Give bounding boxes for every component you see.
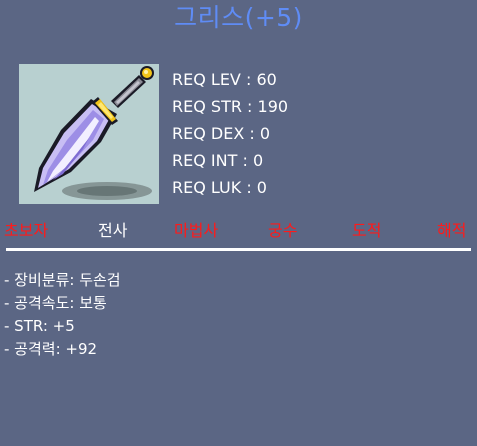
item-image xyxy=(19,64,159,204)
two-handed-sword-icon xyxy=(34,66,154,200)
stat-attack-speed: - 공격속도: 보통 xyxy=(4,294,107,312)
req-luk: REQ LUK : 0 xyxy=(172,178,267,197)
req-int: REQ INT : 0 xyxy=(172,151,264,170)
req-dex: REQ DEX : 0 xyxy=(172,124,271,143)
job-pirate: 해적 xyxy=(437,221,467,240)
req-value: 60 xyxy=(256,70,277,89)
req-value: 0 xyxy=(252,151,264,170)
item-title: 그리스(+5) xyxy=(174,3,303,32)
job-magician: 마법사 xyxy=(174,221,219,240)
item-stats: - 장비분류: 두손검 - 공격속도: 보통 - STR: +5 - 공격력: … xyxy=(4,269,121,361)
stat-attack: - 공격력: +92 xyxy=(4,340,98,358)
job-bowman: 궁수 xyxy=(268,221,298,240)
req-value: 190 xyxy=(257,97,289,116)
req-label: REQ LUK xyxy=(172,178,242,197)
job-beginner: 초보자 xyxy=(4,221,49,240)
req-value: 0 xyxy=(259,124,271,143)
req-label: REQ DEX xyxy=(172,124,245,143)
req-label: REQ LEV xyxy=(172,70,241,89)
req-level: REQ LEV : 60 xyxy=(172,70,277,89)
job-thief: 도적 xyxy=(352,221,382,240)
requirements-list: REQ LEV : 60 REQ STR : 190 REQ DEX : 0 R… xyxy=(172,66,288,201)
req-label: REQ STR xyxy=(172,97,242,116)
job-list: 초보자 전사 마법사 궁수 도적 해적 xyxy=(0,220,477,242)
req-value: 0 xyxy=(256,178,267,197)
req-str: REQ STR : 190 xyxy=(172,97,289,116)
job-warrior: 전사 xyxy=(98,221,128,240)
stat-str: - STR: +5 xyxy=(4,317,75,335)
req-label: REQ INT xyxy=(172,151,238,170)
stat-equipment-type: - 장비분류: 두손검 xyxy=(4,271,121,289)
divider xyxy=(6,248,471,251)
